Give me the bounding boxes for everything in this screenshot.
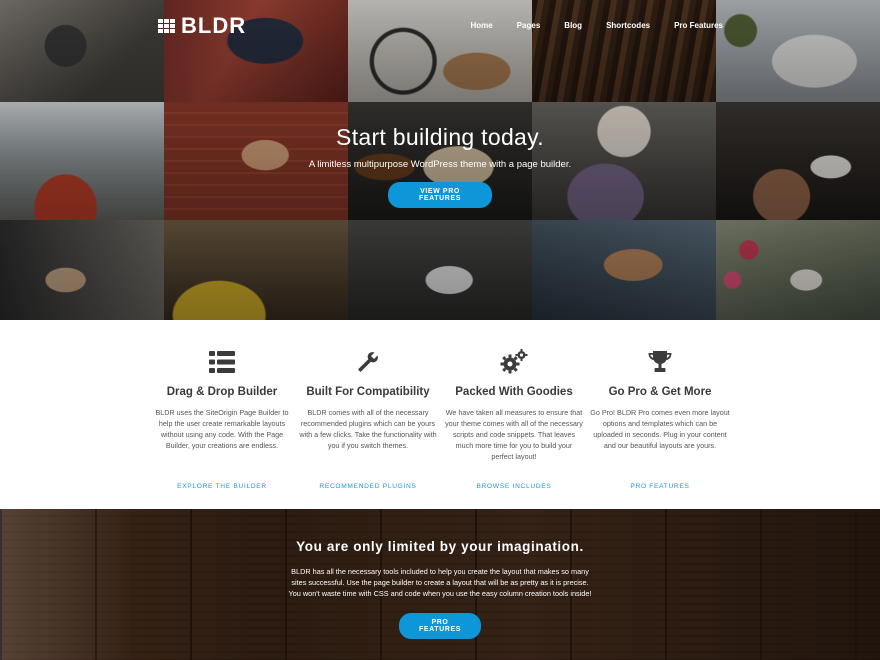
feature-description: Go Pro! BLDR Pro comes even more layout … [590, 408, 730, 450]
nav-item-shortcodes[interactable]: Shortcodes [606, 21, 650, 30]
nav-item-pages[interactable]: Pages [517, 21, 541, 30]
feature-drag-drop: Drag & Drop Builder BLDR uses the SiteOr… [152, 348, 292, 490]
banner-title: You are only limited by your imagination… [296, 539, 584, 554]
feature-title: Go Pro & Get More [608, 386, 712, 398]
grid-logo-icon [158, 19, 175, 33]
nav-item-home[interactable]: Home [470, 21, 492, 30]
feature-goodies: Packed With Goodies We have taken all me… [444, 348, 584, 490]
site-logo[interactable]: BLDR [158, 13, 246, 39]
features-section: Drag & Drop Builder BLDR uses the SiteOr… [0, 320, 880, 509]
feature-description: BLDR comes with all of the necessary rec… [299, 408, 437, 450]
recommended-plugins-link[interactable]: RECOMMENDED PLUGINS [298, 483, 438, 490]
nav-item-blog[interactable]: Blog [564, 21, 582, 30]
list-icon [152, 348, 292, 376]
feature-go-pro: Go Pro & Get More Go Pro! BLDR Pro comes… [590, 348, 730, 490]
hero-title: Start building today. [336, 124, 544, 150]
gears-icon [444, 348, 584, 376]
feature-compatibility: Built For Compatibility BLDR comes with … [298, 348, 438, 490]
banner-description: BLDR has all the necessary tools include… [288, 567, 592, 598]
browse-includes-link[interactable]: BROWSE INCLUDES [444, 483, 584, 490]
hero-subtitle: A limitless multipurpose WordPress theme… [308, 159, 572, 170]
banner-pro-features-button[interactable]: PRO FEATURES [399, 613, 481, 639]
view-pro-features-button[interactable]: VIEW PRO FEATURES [388, 182, 492, 208]
pro-features-link[interactable]: PRO FEATURES [590, 483, 730, 490]
explore-builder-link[interactable]: EXPLORE THE BUILDER [152, 483, 292, 490]
logo-text: BLDR [181, 13, 247, 38]
trophy-icon [590, 348, 730, 376]
feature-description: BLDR uses the SiteOrigin Page Builder to… [155, 408, 289, 450]
feature-description: We have taken all measures to ensure tha… [445, 408, 583, 461]
feature-title: Built For Compatibility [306, 386, 430, 398]
navbar: BLDR Home Pages Blog Shortcodes Pro Feat… [0, 0, 880, 48]
feature-title: Drag & Drop Builder [166, 386, 278, 398]
nav-item-pro-features[interactable]: Pro Features [674, 21, 723, 30]
hero-section: BLDR Home Pages Blog Shortcodes Pro Feat… [0, 0, 880, 320]
wrench-icon [298, 348, 438, 376]
feature-title: Packed With Goodies [455, 386, 573, 398]
imagination-banner: You are only limited by your imagination… [0, 509, 880, 660]
hero-content: Start building today. A limitless multip… [0, 124, 880, 208]
main-nav: Home Pages Blog Shortcodes Pro Features [470, 21, 723, 30]
banner-content: You are only limited by your imagination… [0, 539, 880, 639]
